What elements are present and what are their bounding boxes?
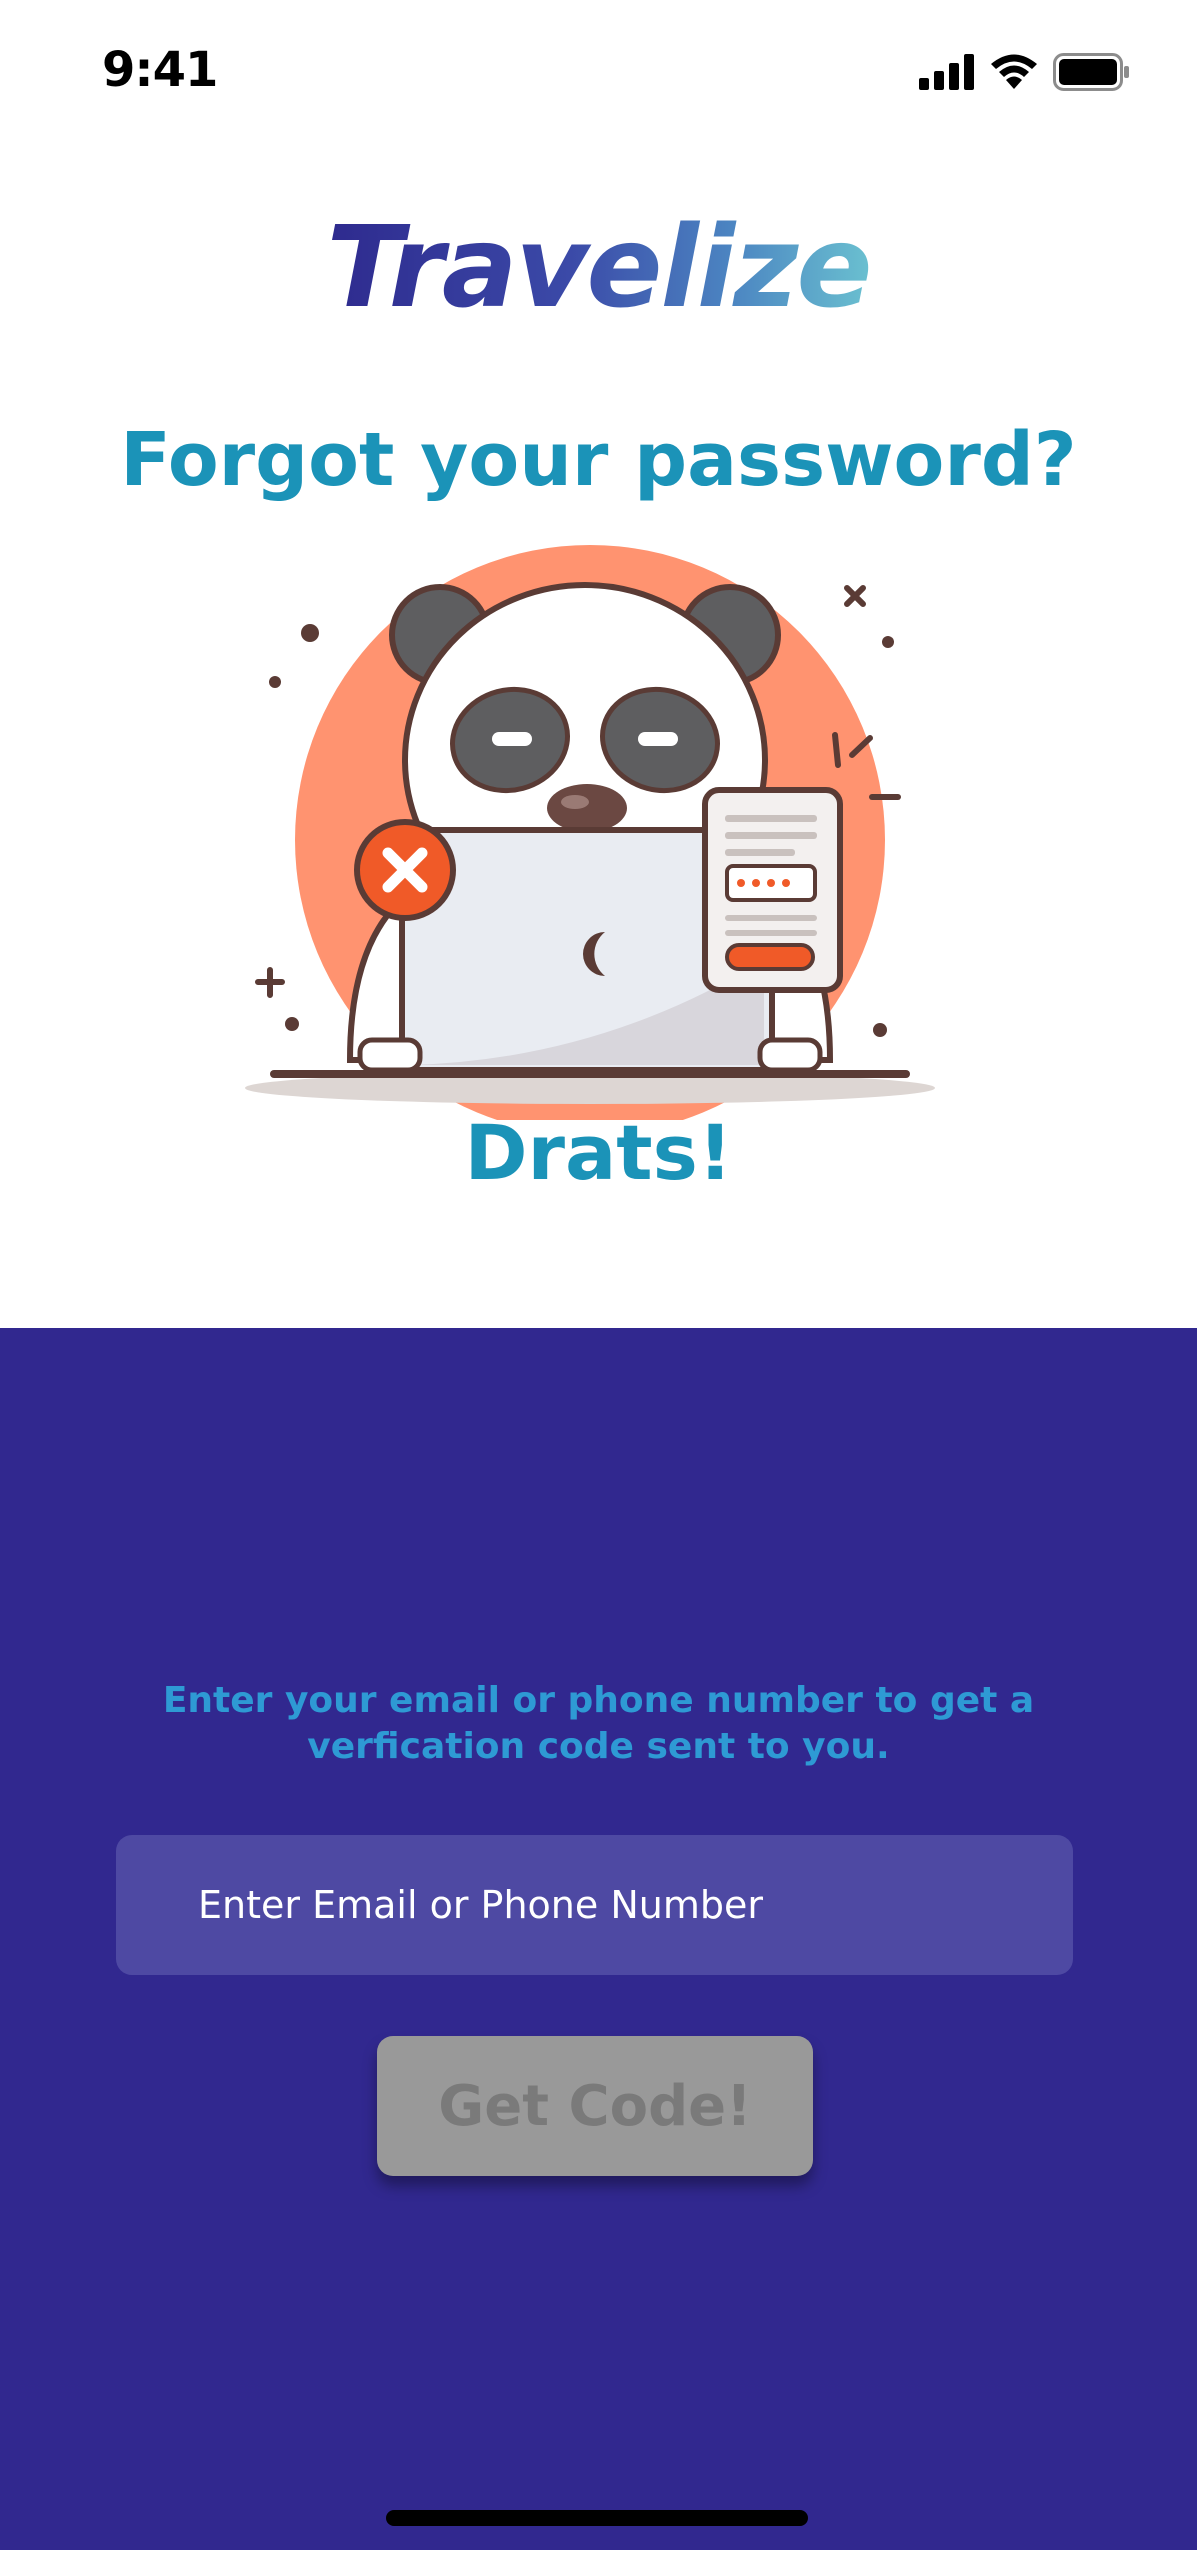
reset-form-panel: Enter your email or phone number to get … xyxy=(0,1328,1197,2550)
get-code-button[interactable]: Get Code! xyxy=(377,2036,813,2176)
status-bar: 9:41 xyxy=(0,0,1197,140)
page-title: Forgot your password? xyxy=(120,417,1077,503)
home-indicator[interactable] xyxy=(386,2510,808,2526)
cellular-signal-icon xyxy=(919,54,974,90)
status-time: 9:41 xyxy=(102,42,218,98)
wifi-icon xyxy=(991,54,1037,89)
email-phone-input[interactable] xyxy=(196,1882,1073,1928)
battery-icon xyxy=(1053,53,1129,91)
logo-text: Travelize xyxy=(326,203,873,333)
error-message-title: Drats! xyxy=(464,1108,733,1197)
status-icons xyxy=(919,50,1131,94)
instruction-text: Enter your email or phone number to get … xyxy=(162,1680,1035,1767)
email-phone-field[interactable] xyxy=(116,1835,1073,1975)
app-logo: Travelize xyxy=(0,198,1197,338)
panda-laptop-illustration xyxy=(245,545,935,1120)
